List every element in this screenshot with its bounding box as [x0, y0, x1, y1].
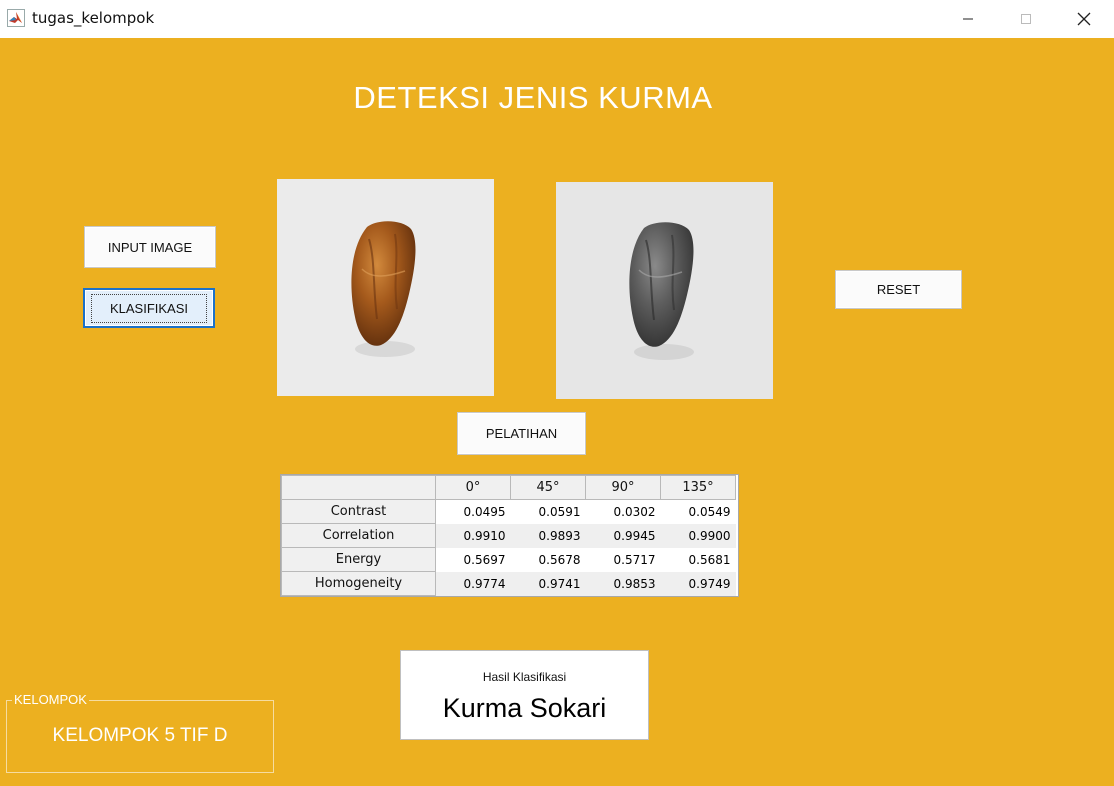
maximize-icon — [1021, 14, 1031, 24]
klasifikasi-button-label: KLASIFIKASI — [90, 293, 208, 323]
table-cell[interactable]: 0.9853 — [585, 571, 661, 596]
grayscale-image-axes — [556, 182, 773, 399]
table-row: Contrast 0.0495 0.0591 0.0302 0.0549 — [281, 499, 736, 524]
table-cell[interactable]: 0.0549 — [660, 499, 736, 524]
close-icon — [1077, 12, 1091, 26]
date-fruit-grayscale-image — [556, 182, 773, 399]
table-cell[interactable]: 0.0495 — [435, 499, 511, 524]
group-panel-legend: KELOMPOK — [12, 692, 89, 707]
close-button[interactable] — [1056, 0, 1112, 38]
page-title: DETEKSI JENIS KURMA — [353, 80, 713, 115]
table-row: Homogeneity 0.9774 0.9741 0.9853 0.9749 — [281, 571, 736, 596]
reset-button[interactable]: RESET — [835, 270, 962, 309]
pelatihan-button[interactable]: PELATIHAN — [457, 412, 586, 455]
table-cell[interactable]: 0.9774 — [435, 571, 511, 596]
result-value: Kurma Sokari — [442, 693, 607, 723]
original-image-axes — [277, 179, 494, 396]
table-cell[interactable]: 0.0302 — [585, 499, 661, 524]
maximize-button[interactable] — [998, 0, 1054, 38]
date-fruit-color-image — [277, 179, 494, 396]
title-bar: tugas_kelompok — [0, 0, 1114, 39]
column-header: 90° — [585, 475, 661, 500]
table-cell[interactable]: 0.9945 — [585, 523, 661, 548]
glcm-feature-table[interactable]: 0° 45° 90° 135° Contrast 0.0495 0.0591 0… — [280, 474, 739, 597]
matlab-icon — [7, 9, 25, 27]
column-header: 135° — [660, 475, 736, 500]
column-header: 45° — [510, 475, 586, 500]
table-corner-cell — [281, 475, 436, 500]
minimize-icon — [963, 18, 973, 20]
row-header: Energy — [281, 547, 436, 572]
table-cell[interactable]: 0.0591 — [510, 499, 586, 524]
input-image-button[interactable]: INPUT IMAGE — [84, 226, 216, 268]
table-cell[interactable]: 0.5681 — [660, 547, 736, 572]
table-cell[interactable]: 0.5697 — [435, 547, 511, 572]
table-cell[interactable]: 0.9749 — [660, 571, 736, 596]
classification-result-panel: Hasil Klasifikasi Kurma Sokari — [400, 650, 649, 740]
result-label: Hasil Klasifikasi — [482, 670, 567, 684]
row-header: Correlation — [281, 523, 436, 548]
window-title: tugas_kelompok — [32, 9, 155, 27]
group-name: KELOMPOK 5 TIF D — [52, 725, 228, 746]
table-cell[interactable]: 0.9910 — [435, 523, 511, 548]
table-cell[interactable]: 0.9893 — [510, 523, 586, 548]
group-panel: KELOMPOK KELOMPOK 5 TIF D — [6, 692, 274, 773]
klasifikasi-button[interactable]: KLASIFIKASI — [83, 288, 215, 328]
app-window: tugas_kelompok DETEKSI JENIS KURMA INPUT… — [0, 0, 1114, 786]
table-row: Correlation 0.9910 0.9893 0.9945 0.9900 — [281, 523, 736, 548]
minimize-button[interactable] — [940, 0, 996, 38]
table-row: Energy 0.5697 0.5678 0.5717 0.5681 — [281, 547, 736, 572]
row-header: Contrast — [281, 499, 436, 524]
table-cell[interactable]: 0.5717 — [585, 547, 661, 572]
table-cell[interactable]: 0.9741 — [510, 571, 586, 596]
table-header-row: 0° 45° 90° 135° — [281, 475, 736, 500]
column-header: 0° — [435, 475, 511, 500]
table-cell[interactable]: 0.9900 — [660, 523, 736, 548]
figure-canvas: DETEKSI JENIS KURMA INPUT IMAGE KLASIFIK… — [0, 38, 1114, 786]
row-header: Homogeneity — [281, 571, 436, 596]
table-cell[interactable]: 0.5678 — [510, 547, 586, 572]
